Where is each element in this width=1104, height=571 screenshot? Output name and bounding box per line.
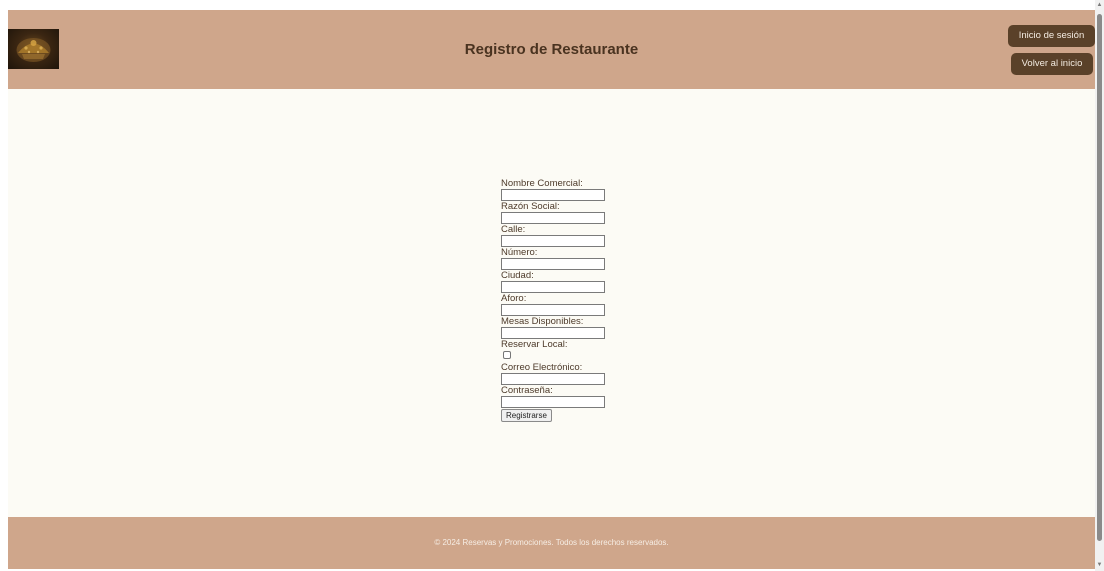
password-input[interactable] <box>501 396 605 408</box>
back-home-button[interactable]: Volver al inicio <box>1011 53 1093 75</box>
number-label: Número: <box>501 247 538 258</box>
trade-name-input[interactable] <box>501 189 605 201</box>
reserve-venue-checkbox[interactable] <box>503 351 511 359</box>
browser-viewport: Registro de Restaurante Inicio de sesión… <box>0 0 1104 571</box>
site-footer: © 2024 Reservas y Promociones. Todos los… <box>8 517 1095 569</box>
available-tables-input[interactable] <box>501 327 605 339</box>
number-input[interactable] <box>501 258 605 270</box>
login-button[interactable]: Inicio de sesión <box>1008 25 1095 47</box>
copyright-text: © 2024 Reservas y Promociones. Todos los… <box>434 538 669 547</box>
page: Registro de Restaurante Inicio de sesión… <box>8 10 1095 569</box>
page-title: Registro de Restaurante <box>464 41 639 58</box>
scrollbar-thumb[interactable] <box>1097 14 1102 541</box>
vertical-scrollbar[interactable]: ▲ ▼ <box>1095 0 1104 571</box>
capacity-input[interactable] <box>501 304 605 316</box>
capacity-label: Aforo: <box>501 293 527 304</box>
street-input[interactable] <box>501 235 605 247</box>
restaurant-registration-form: Nombre Comercial: Razón Social: Calle: N… <box>501 178 611 422</box>
business-name-input[interactable] <box>501 212 605 224</box>
available-tables-label: Mesas Disponibles: <box>501 316 584 327</box>
register-button[interactable]: Registrarse <box>501 409 552 422</box>
city-label: Ciudad: <box>501 270 534 281</box>
password-label: Contraseña: <box>501 385 553 396</box>
reserve-venue-label: Reservar Local: <box>501 339 568 350</box>
email-label: Correo Electrónico: <box>501 362 583 373</box>
scroll-down-arrow-icon[interactable]: ▼ <box>1095 560 1104 570</box>
trade-name-label: Nombre Comercial: <box>501 178 583 189</box>
site-header: Registro de Restaurante Inicio de sesión… <box>8 10 1095 89</box>
city-input[interactable] <box>501 281 605 293</box>
street-label: Calle: <box>501 224 526 235</box>
business-name-label: Razón Social: <box>501 201 560 212</box>
email-input[interactable] <box>501 373 605 385</box>
scroll-up-arrow-icon[interactable]: ▲ <box>1095 0 1104 10</box>
